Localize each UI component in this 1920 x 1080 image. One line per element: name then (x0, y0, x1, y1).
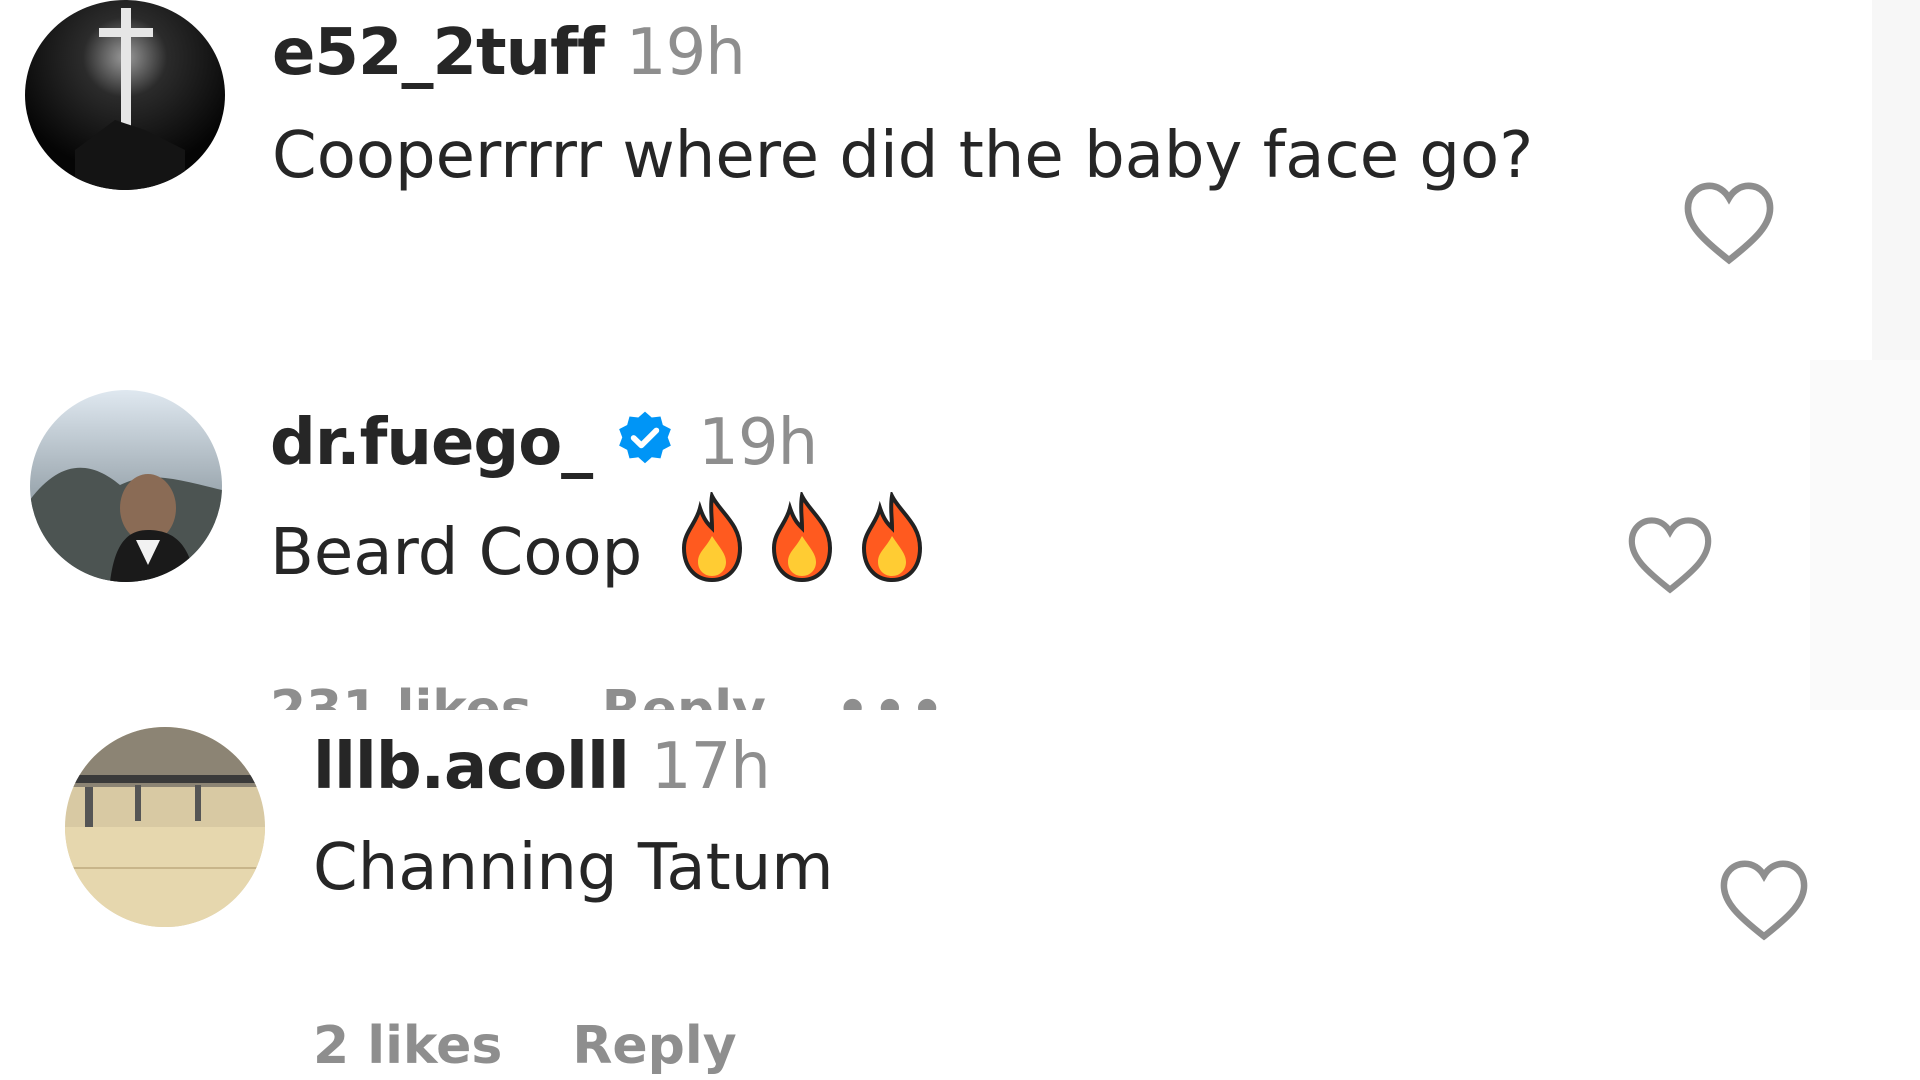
likes-count[interactable]: 2 likes (313, 1016, 502, 1076)
fire-emoji-icon (861, 492, 922, 583)
comment-header: e52_2tuff 19h (272, 16, 746, 90)
gym-photo-icon (65, 727, 265, 927)
heart-icon[interactable] (1624, 515, 1716, 595)
avatar[interactable] (65, 727, 265, 927)
username-link[interactable]: lllb.acolll (313, 730, 630, 804)
comment-item: e52_2tuff 19h Cooperrrrr where did the ba… (0, 0, 1920, 360)
comment-text: Channing Tatum (313, 831, 834, 905)
fire-emoji-icon (681, 492, 742, 583)
timestamp: 17h (650, 730, 771, 804)
comments-panel: e52_2tuff 19h Cooperrrrr where did the ba… (0, 0, 1920, 1080)
comment-text: Cooperrrrr where did the baby face go? (272, 119, 1534, 193)
comment-header: lllb.acolll 17h (313, 730, 771, 804)
avatar[interactable] (25, 0, 225, 190)
reply-button[interactable]: Reply (572, 1016, 736, 1076)
profile-photo-icon (30, 390, 222, 582)
avatar[interactable] (30, 390, 222, 582)
panel-edge (1810, 360, 1920, 710)
username-link[interactable]: e52_2tuff (272, 16, 605, 90)
panel-edge (1872, 0, 1920, 360)
comment-text-content: Beard Coop (270, 516, 643, 590)
comment-text: Beard Coop (270, 492, 933, 601)
verified-badge-icon (619, 412, 671, 464)
comment-item: lllb.acolll 17h Channing Tatum 2 likes Rep… (0, 710, 1920, 1080)
heart-icon[interactable] (1680, 180, 1778, 266)
username-link[interactable]: dr.fuego_ (270, 406, 593, 480)
comment-item: dr.fuego_ 19h Beard Coop 231 likes Reply •… (0, 360, 1810, 720)
cross-avatar-icon (25, 0, 225, 190)
heart-icon[interactable] (1716, 858, 1812, 942)
comment-header: dr.fuego_ 19h (270, 406, 818, 480)
comment-actions: 2 likes Reply (313, 1016, 807, 1076)
timestamp: 19h (625, 16, 746, 90)
timestamp: 19h (698, 406, 818, 480)
fire-emoji-icon (771, 492, 832, 583)
